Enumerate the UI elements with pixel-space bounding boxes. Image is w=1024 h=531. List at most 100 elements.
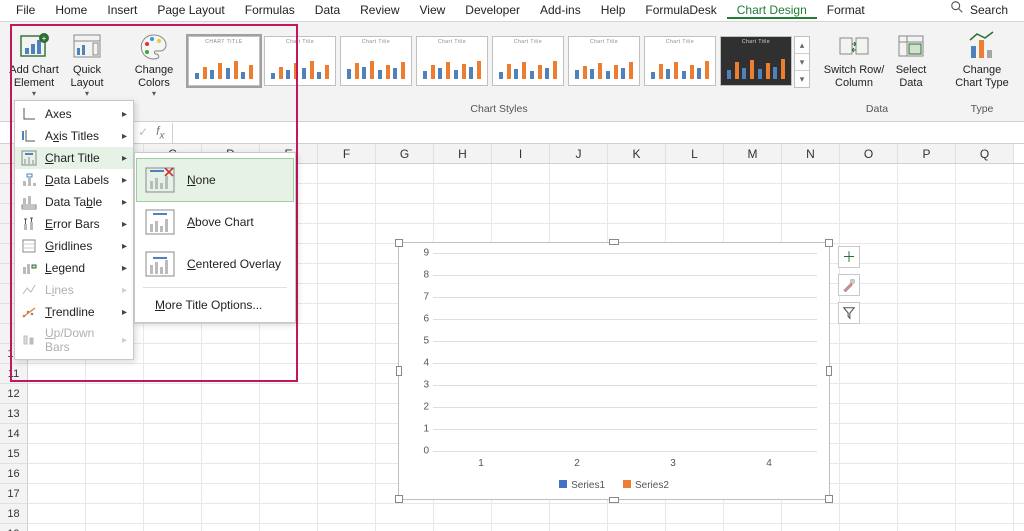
cell[interactable] (840, 504, 898, 523)
cell[interactable] (898, 224, 956, 243)
cell[interactable] (840, 184, 898, 203)
cell[interactable] (956, 484, 1014, 503)
cell[interactable] (144, 344, 202, 363)
add-element-axes[interactable]: Axes▸ (15, 103, 133, 125)
cell[interactable] (956, 404, 1014, 423)
cell[interactable] (260, 464, 318, 483)
cell[interactable] (202, 344, 260, 363)
menu-home[interactable]: Home (45, 1, 97, 19)
cell[interactable] (318, 484, 376, 503)
cell[interactable] (318, 404, 376, 423)
cell[interactable] (898, 164, 956, 183)
cell[interactable] (956, 504, 1014, 523)
cell[interactable] (956, 204, 1014, 223)
chart-title-none[interactable]: None (137, 159, 293, 201)
enter-icon[interactable]: ✓ (138, 125, 148, 139)
cell[interactable] (724, 224, 782, 243)
add-element-gridlines[interactable]: Gridlines▸ (15, 235, 133, 257)
cell[interactable] (318, 184, 376, 203)
menu-file[interactable]: File (6, 1, 45, 19)
add-element-error-bars[interactable]: Error Bars▸ (15, 213, 133, 235)
search-icon[interactable] (944, 0, 968, 19)
cell[interactable] (550, 204, 608, 223)
cell[interactable] (898, 384, 956, 403)
cell[interactable] (898, 364, 956, 383)
cell[interactable] (318, 444, 376, 463)
cell[interactable] (840, 484, 898, 503)
cell[interactable] (318, 284, 376, 303)
cell[interactable] (840, 404, 898, 423)
fx-icon[interactable]: fx (156, 124, 164, 141)
cell[interactable] (318, 204, 376, 223)
menu-data[interactable]: Data (305, 1, 350, 19)
column-header[interactable]: I (492, 144, 550, 163)
cell[interactable] (28, 444, 86, 463)
column-header[interactable]: H (434, 144, 492, 163)
cell[interactable] (376, 204, 434, 223)
column-header[interactable]: G (376, 144, 434, 163)
row-header[interactable]: 17 (0, 484, 28, 504)
cell[interactable] (318, 224, 376, 243)
cell[interactable] (434, 524, 492, 531)
cell[interactable] (840, 424, 898, 443)
cell[interactable] (492, 184, 550, 203)
cell[interactable] (956, 424, 1014, 443)
quick-layout-button[interactable]: Quick Layout ▾ (62, 28, 112, 100)
cell[interactable] (782, 504, 840, 523)
add-element-axis-titles[interactable]: Axis Titles▸ (15, 125, 133, 147)
cell[interactable] (260, 364, 318, 383)
column-header[interactable]: N (782, 144, 840, 163)
cell[interactable] (492, 164, 550, 183)
menu-review[interactable]: Review (350, 1, 409, 19)
row-header[interactable]: 13 (0, 404, 28, 424)
cell[interactable] (840, 464, 898, 483)
cell[interactable] (318, 504, 376, 523)
cell[interactable] (376, 224, 434, 243)
cell[interactable] (260, 484, 318, 503)
cell[interactable] (550, 224, 608, 243)
column-header[interactable]: J (550, 144, 608, 163)
cell[interactable] (202, 424, 260, 443)
chart-style-thumb[interactable]: Chart Title (720, 36, 792, 86)
cell[interactable] (840, 164, 898, 183)
cell[interactable] (898, 324, 956, 343)
cell[interactable] (840, 204, 898, 223)
more-title-options[interactable]: More Title Options... (137, 290, 293, 320)
cell[interactable] (86, 524, 144, 531)
chart-title-above[interactable]: Above Chart (137, 201, 293, 243)
chart-style-thumb[interactable]: Chart Title (264, 36, 336, 86)
cell[interactable] (202, 384, 260, 403)
cell[interactable] (318, 164, 376, 183)
cell[interactable] (260, 504, 318, 523)
column-header[interactable]: L (666, 144, 724, 163)
cell[interactable] (86, 364, 144, 383)
embedded-chart[interactable]: 0123456789 1234 Series1 Series2 (398, 242, 830, 500)
cell[interactable] (956, 284, 1014, 303)
menu-search[interactable]: Search (968, 1, 1018, 19)
cell[interactable] (318, 304, 376, 323)
cell[interactable] (376, 524, 434, 531)
cell[interactable] (376, 184, 434, 203)
cell[interactable] (666, 184, 724, 203)
cell[interactable] (86, 404, 144, 423)
cell[interactable] (724, 524, 782, 531)
cell[interactable] (260, 404, 318, 423)
cell[interactable] (956, 264, 1014, 283)
cell[interactable] (840, 344, 898, 363)
cell[interactable] (260, 344, 318, 363)
cell[interactable] (202, 364, 260, 383)
cell[interactable] (260, 324, 318, 343)
cell[interactable] (86, 484, 144, 503)
cell[interactable] (202, 524, 260, 531)
cell[interactable] (608, 524, 666, 531)
menu-insert[interactable]: Insert (97, 1, 147, 19)
cell[interactable] (840, 444, 898, 463)
cell[interactable] (550, 164, 608, 183)
cell[interactable] (956, 524, 1014, 531)
cell[interactable] (782, 184, 840, 203)
cell[interactable] (434, 224, 492, 243)
menu-view[interactable]: View (410, 1, 456, 19)
cell[interactable] (434, 184, 492, 203)
cell[interactable] (144, 524, 202, 531)
cell[interactable] (898, 404, 956, 423)
